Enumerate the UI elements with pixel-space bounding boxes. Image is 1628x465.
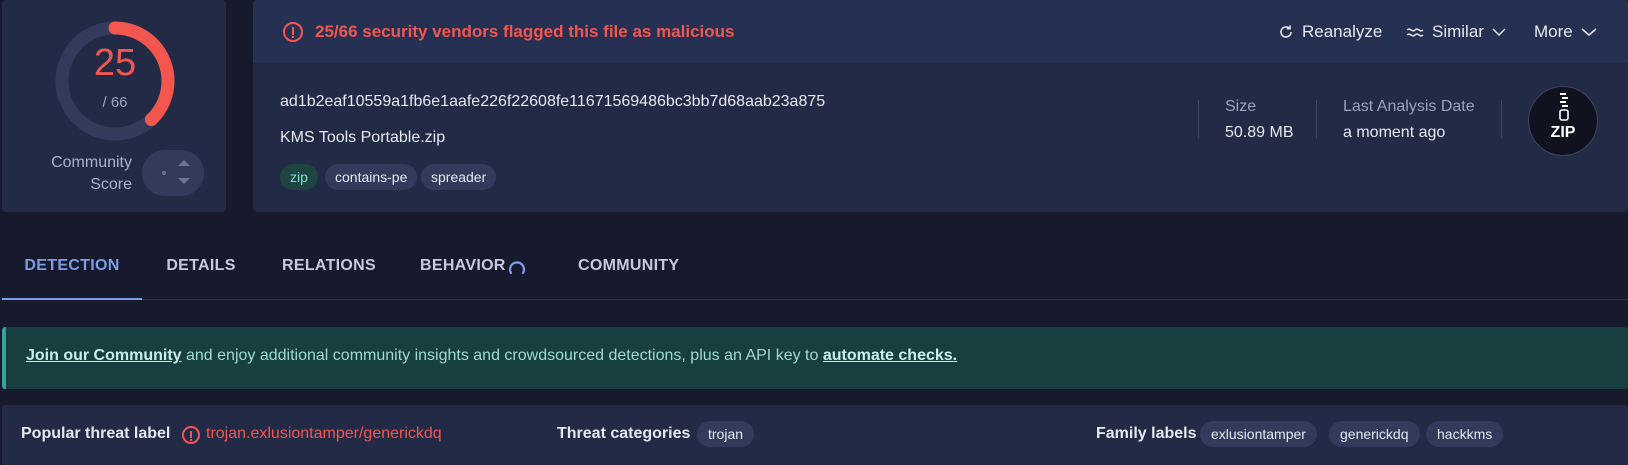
file-summary-card: 25/66 security vendors flagged this file… [253, 0, 1628, 212]
popular-threat-label: Popular threat label [21, 425, 171, 442]
divider [1316, 100, 1317, 138]
detection-count: 25 [93, 42, 137, 84]
file-name: KMS Tools Portable.zip [280, 129, 446, 146]
similar-icon [1406, 28, 1424, 37]
chevron-down-icon [1581, 28, 1597, 36]
more-dropdown[interactable]: More [1534, 20, 1597, 44]
popular-threat-value[interactable]: trojan.exlusiontamper/generickdq [206, 425, 442, 443]
tab-relations[interactable]: RELATIONS [282, 232, 376, 300]
refresh-icon [1280, 25, 1292, 38]
threat-categories-label: Threat categories [557, 425, 691, 442]
alert-circle-icon [182, 426, 200, 444]
vote-up-icon[interactable] [178, 160, 190, 166]
community-score-card: 25 / 66 Community Score [2, 0, 226, 212]
join-community-link[interactable]: Join our Community [26, 347, 182, 364]
family-labels-label: Family labels [1096, 425, 1197, 442]
family-label-pill[interactable]: generickdq [1329, 421, 1420, 447]
community-vote-control[interactable] [142, 150, 204, 196]
report-tabs: DETECTION DETAILS RELATIONS BEHAVIOR COM… [2, 232, 1628, 300]
vote-neutral-dot [162, 171, 166, 175]
threat-category-pill[interactable]: trojan [697, 421, 755, 447]
reanalyze-label: Reanalyze [1302, 22, 1383, 41]
size-value: 50.89 MB [1225, 124, 1294, 141]
file-tag-zip[interactable]: zip [280, 164, 318, 190]
divider [1501, 100, 1502, 138]
community-score-label: Community Score [51, 154, 132, 193]
last-analysis-date-label: Last Analysis Date [1343, 98, 1475, 115]
alert-text: 25/66 security vendors flagged this file… [315, 22, 735, 41]
similar-dropdown[interactable]: Similar [1406, 20, 1506, 44]
family-label-pill[interactable]: exlusiontamper [1200, 421, 1317, 447]
file-hash[interactable]: ad1b2eaf10559a1fb6e1aafe226f22608fe11671… [280, 93, 825, 111]
malicious-alert-bar: 25/66 security vendors flagged this file… [253, 0, 1628, 64]
alert-circle-icon [283, 22, 303, 42]
detection-total: / 66 [102, 94, 128, 111]
last-analysis-date-value: a moment ago [1343, 124, 1446, 141]
banner-message: and enjoy additional community insights … [181, 347, 823, 364]
banner-text: Join our Community and enjoy additional … [26, 347, 957, 365]
chevron-down-icon [1492, 28, 1506, 37]
file-tag-contains-pe[interactable]: contains-pe [325, 164, 418, 190]
vote-down-icon[interactable] [178, 178, 190, 184]
size-label: Size [1225, 98, 1257, 115]
file-tag-spreader[interactable]: spreader [421, 164, 497, 190]
loading-spinner-icon [508, 261, 526, 275]
automate-checks-link[interactable]: automate checks. [823, 347, 957, 364]
family-label-pill[interactable]: hackkms [1426, 421, 1504, 447]
divider [1198, 100, 1199, 138]
threat-summary-row: Popular threat label trojan.exlusiontamp… [2, 405, 1628, 465]
reanalyze-button[interactable]: Reanalyze [1278, 20, 1382, 44]
zipper-icon [1559, 93, 1569, 121]
tab-community[interactable]: COMMUNITY [578, 232, 679, 300]
tab-details[interactable]: DETAILS [164, 232, 238, 300]
more-label: More [1534, 22, 1573, 41]
file-type-text: ZIP [1550, 124, 1576, 141]
similar-label: Similar [1432, 22, 1484, 41]
community-banner: Join our Community and enjoy additional … [2, 327, 1628, 389]
tab-detection[interactable]: DETECTION [2, 232, 142, 300]
